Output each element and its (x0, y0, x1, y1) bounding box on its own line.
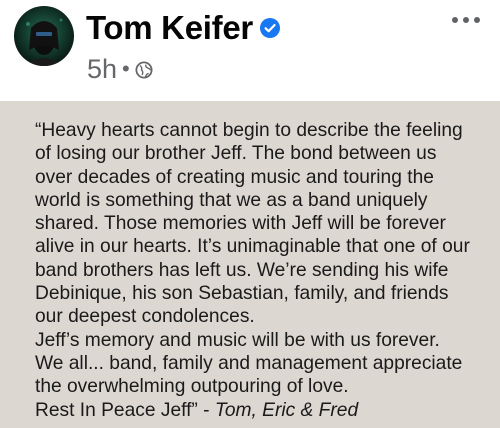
author-row: Tom Keifer (86, 8, 280, 48)
more-options-button[interactable] (446, 8, 486, 32)
attribution-separator: - (197, 399, 215, 421)
post-timestamp[interactable]: 5h (87, 54, 117, 85)
globe-icon[interactable] (135, 61, 153, 79)
avatar-image (24, 18, 64, 66)
author-name[interactable]: Tom Keifer (86, 9, 253, 47)
meta-separator: • (122, 56, 130, 81)
post-meta: 5h • (87, 54, 153, 84)
post-text: “Heavy hearts cannot begin to describe t… (35, 119, 485, 422)
quote-attribution: Tom, Eric & Fred (214, 399, 359, 421)
post-content: “Heavy hearts cannot begin to describe t… (0, 101, 500, 428)
post-header: Tom Keifer 5h • (0, 0, 500, 100)
author-avatar[interactable] (14, 6, 74, 66)
more-options-icon (452, 17, 480, 23)
quote-body: “Heavy hearts cannot begin to describe t… (35, 120, 470, 421)
verified-badge-icon (259, 18, 280, 38)
